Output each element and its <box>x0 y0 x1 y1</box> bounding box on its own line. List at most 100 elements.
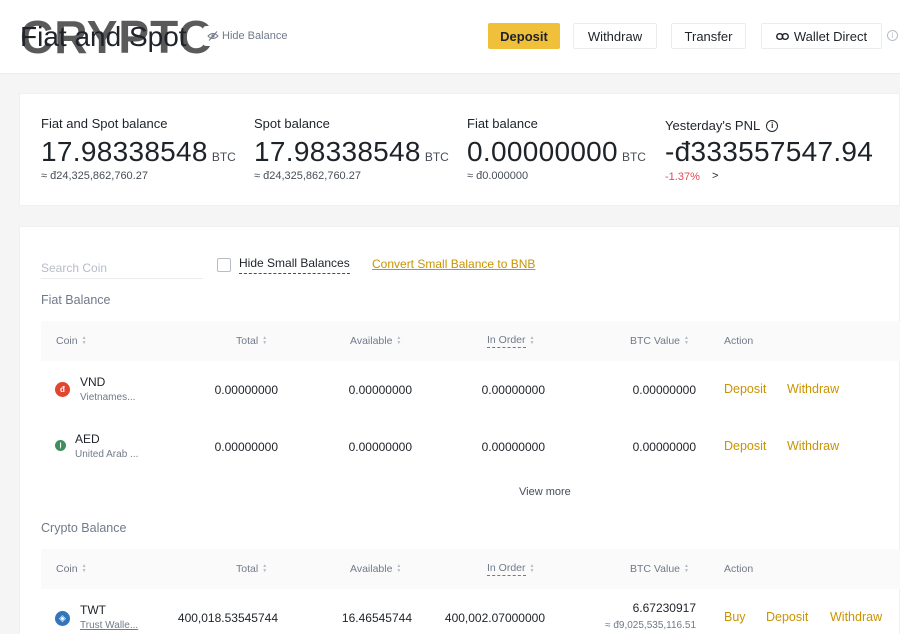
pnl-label: Yesterday's PNL i <box>665 118 779 133</box>
fiat-amount: 0.00000000 <box>467 136 618 167</box>
hide-small-balances[interactable]: Hide Small Balances <box>217 256 350 274</box>
view-more-link[interactable]: View more <box>519 486 571 498</box>
coin-name: United Arab ... <box>75 449 139 460</box>
aed-coin-icon: إ <box>55 440 66 451</box>
th-in-order[interactable]: In Order ▲ ▼ <box>487 321 534 361</box>
th-available[interactable]: Available ▲ ▼ <box>350 549 401 589</box>
sort-icon: ▲ ▼ <box>262 335 268 346</box>
total-cell: 0.00000000 <box>214 440 278 454</box>
pnl-value: -đ333557547.94 <box>665 136 874 167</box>
balance-summary-card: Fiat and Spot balance 17.98338548 BTC ≈ đ… <box>19 93 900 206</box>
fiat-and-spot-fiat-equivalent: ≈ đ24,325,862,760.27 <box>41 170 148 182</box>
th-coin[interactable]: Coin ▲ ▼ <box>56 321 87 361</box>
spot-value: 17.98338548 BTC <box>254 136 449 168</box>
sort-icon: ▲ ▼ <box>529 563 535 574</box>
deposit-action[interactable]: Deposit <box>766 610 808 624</box>
th-total-label: Total <box>236 563 259 575</box>
pnl-details-arrow[interactable]: > <box>712 170 718 182</box>
withdraw-action[interactable]: Withdraw <box>787 439 839 453</box>
th-in-order-label: In Order <box>487 334 526 348</box>
sort-icon: ▲ ▼ <box>396 563 402 574</box>
th-coin[interactable]: Coin ▲ ▼ <box>56 549 87 589</box>
info-icon[interactable]: i <box>887 30 898 41</box>
th-available-label: Available <box>350 335 393 347</box>
th-total-label: Total <box>236 335 259 347</box>
sort-icon: ▲ ▼ <box>396 335 402 346</box>
sort-icon: ▲ ▼ <box>262 563 268 574</box>
btc-value-fiat-equivalent: ≈ đ9,025,535,116.51 <box>605 620 696 631</box>
sort-icon: ▲ ▼ <box>684 335 689 346</box>
th-btc-value[interactable]: BTC Value ▲ ▼ <box>630 549 689 589</box>
spot-unit: BTC <box>424 150 449 164</box>
th-available[interactable]: Available ▲ ▼ <box>350 321 401 361</box>
th-in-order-label: In Order <box>487 562 526 576</box>
spot-amount: 17.98338548 <box>254 136 421 167</box>
buy-action[interactable]: Buy <box>724 610 746 624</box>
fiat-label: Fiat balance <box>467 116 538 131</box>
fiat-and-spot-amount: 17.98338548 <box>41 136 208 167</box>
pnl-info-icon[interactable]: i <box>766 119 779 132</box>
spot-fiat-equivalent: ≈ đ24,325,862,760.27 <box>254 170 361 182</box>
btc-value-cell: 0.00000000 <box>632 383 696 397</box>
hide-balance-toggle[interactable]: Hide Balance <box>203 26 292 46</box>
fiat-and-spot-value: 17.98338548 BTC <box>41 136 236 168</box>
total-cell: 0.00000000 <box>214 383 278 397</box>
hide-small-label: Hide Small Balances <box>239 256 350 274</box>
link-icon <box>775 32 789 40</box>
coin-symbol: TWT <box>80 603 106 617</box>
deposit-action[interactable]: Deposit <box>724 382 766 396</box>
balances-list-card: Hide Small Balances Convert Small Balanc… <box>19 226 900 634</box>
pnl-percent: -1.37% <box>665 171 700 183</box>
in-order-cell: 400,002.07000000 <box>444 611 545 625</box>
fiat-and-spot-label: Fiat and Spot balance <box>41 116 168 131</box>
eye-off-icon <box>207 31 219 41</box>
vnd-coin-icon: đ <box>55 382 70 397</box>
withdraw-action[interactable]: Withdraw <box>830 610 882 624</box>
page-title: Fiat and Spot <box>20 21 187 52</box>
th-action: Action <box>724 563 754 575</box>
th-in-order[interactable]: In Order ▲ ▼ <box>487 549 534 589</box>
table-row: đ VND Vietnames... 0.00000000 0.00000000… <box>41 361 900 418</box>
convert-small-balance-link[interactable]: Convert Small Balance to BNB <box>372 257 535 271</box>
deposit-button[interactable]: Deposit <box>488 23 560 49</box>
sort-icon: ▲ ▼ <box>684 563 689 574</box>
withdraw-action[interactable]: Withdraw <box>787 382 839 396</box>
coin-name: Vietnames... <box>80 392 136 403</box>
page-header: CRYPTO Fiat and Spot Hide Balance Deposi… <box>0 0 900 74</box>
wallet-direct-label: Wallet Direct <box>793 28 868 44</box>
spot-label: Spot balance <box>254 116 330 131</box>
fiat-table-header: Coin ▲ ▼ Total ▲ ▼ Available ▲ ▼ In Order ▲ ▼ BT… <box>41 321 900 361</box>
coin-name-link[interactable]: Trust Walle... <box>80 620 138 631</box>
wallet-direct-button[interactable]: Wallet Direct <box>761 23 882 49</box>
in-order-cell: 0.00000000 <box>481 383 545 397</box>
th-btc-value[interactable]: BTC Value ▲ ▼ <box>630 321 689 361</box>
twt-coin-icon: ◈ <box>55 611 70 626</box>
th-total[interactable]: Total ▲ ▼ <box>236 321 267 361</box>
pnl-label-text: Yesterday's PNL <box>665 118 761 133</box>
th-coin-label: Coin <box>56 563 78 575</box>
available-cell: 16.46545744 <box>341 611 412 625</box>
crypto-balance-title: Crypto Balance <box>41 521 127 535</box>
th-total[interactable]: Total ▲ ▼ <box>236 549 267 589</box>
hide-small-checkbox[interactable] <box>217 258 231 272</box>
th-action: Action <box>724 335 754 347</box>
available-cell: 0.00000000 <box>348 383 412 397</box>
search-coin-input[interactable] <box>41 257 203 279</box>
transfer-button[interactable]: Transfer <box>671 23 746 49</box>
th-btc-value-label: BTC Value <box>630 563 680 575</box>
table-row: إ AED United Arab ... 0.00000000 0.00000… <box>41 418 900 475</box>
hide-balance-label: Hide Balance <box>222 30 288 42</box>
deposit-action[interactable]: Deposit <box>724 439 766 453</box>
withdraw-button[interactable]: Withdraw <box>573 23 657 49</box>
th-coin-label: Coin <box>56 335 78 347</box>
th-btc-value-label: BTC Value <box>630 335 680 347</box>
crypto-table-header: Coin ▲ ▼ Total ▲ ▼ Available ▲ ▼ In Order ▲ ▼ BT… <box>41 549 900 589</box>
fiat-unit: BTC <box>621 150 646 164</box>
fiat-balance-title: Fiat Balance <box>41 293 111 307</box>
btc-value-cell: 6.67230917 <box>632 601 696 615</box>
available-cell: 0.00000000 <box>348 440 412 454</box>
btc-value-cell: 0.00000000 <box>632 440 696 454</box>
total-cell: 400,018.53545744 <box>177 611 278 625</box>
sort-icon: ▲ ▼ <box>529 335 535 346</box>
in-order-cell: 0.00000000 <box>481 440 545 454</box>
